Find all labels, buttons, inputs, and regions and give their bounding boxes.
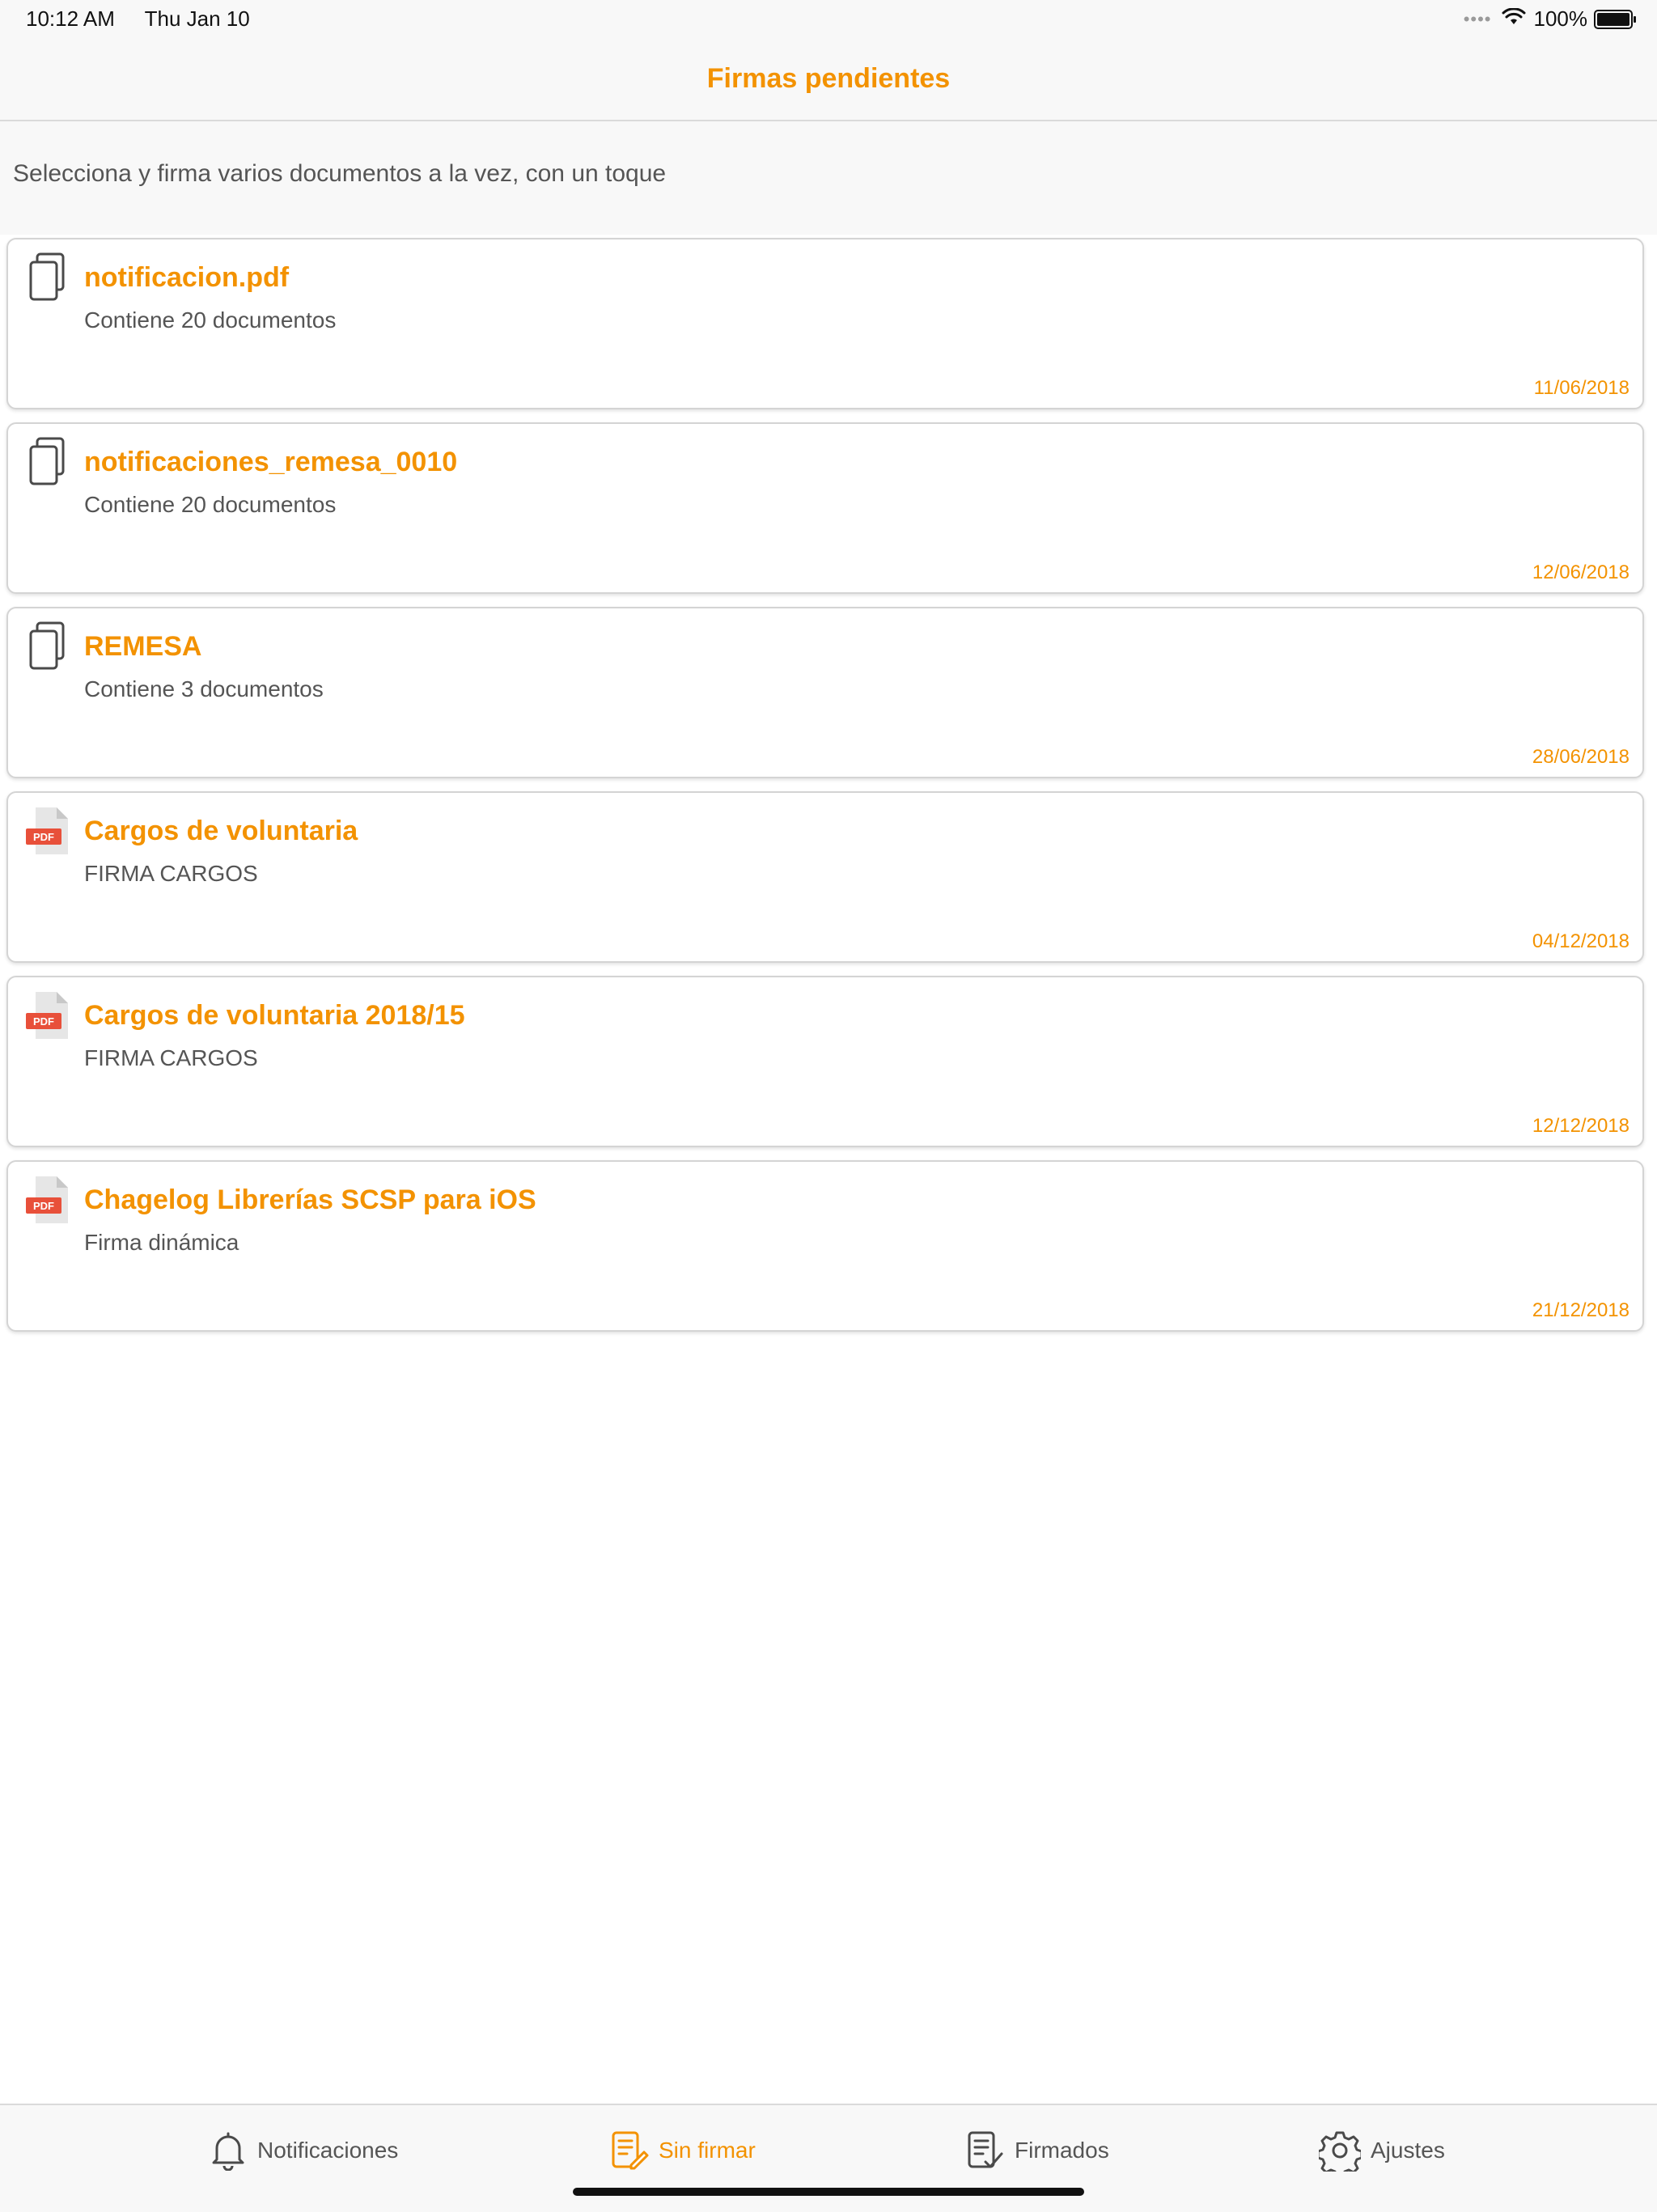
status-bar: 10:12 AM Thu Jan 10 •••• 100% bbox=[0, 0, 1657, 39]
document-card[interactable]: notificaciones_remesa_0010 Contiene 20 d… bbox=[6, 422, 1644, 594]
tab-label: Sin firmar bbox=[659, 2138, 756, 2163]
document-card[interactable]: notificacion.pdf Contiene 20 documentos … bbox=[6, 238, 1644, 409]
document-description: FIRMA CARGOS bbox=[84, 1045, 258, 1070]
documents-icon bbox=[26, 437, 71, 487]
home-indicator bbox=[573, 2188, 1084, 2196]
battery-icon bbox=[1594, 9, 1636, 29]
document-date: 12/06/2018 bbox=[1532, 561, 1629, 583]
document-card[interactable]: REMESA Contiene 3 documentos 28/06/2018 bbox=[6, 607, 1644, 778]
document-description: Contiene 20 documentos bbox=[84, 307, 337, 333]
document-check-icon bbox=[968, 2131, 1003, 2168]
tab-ajustes[interactable]: Ajustes bbox=[1319, 2126, 1445, 2175]
document-description: Contiene 20 documentos bbox=[84, 492, 337, 517]
status-time: 10:12 AM bbox=[26, 6, 115, 31]
documents-icon bbox=[26, 621, 71, 672]
tab-label: Firmados bbox=[1015, 2138, 1109, 2163]
document-title: Cargos de voluntaria bbox=[84, 816, 358, 846]
status-date: Thu Jan 10 bbox=[144, 6, 250, 31]
document-title: Cargos de voluntaria 2018/15 bbox=[84, 1000, 465, 1031]
document-date: 12/12/2018 bbox=[1532, 1115, 1629, 1137]
document-date: 21/12/2018 bbox=[1532, 1299, 1629, 1321]
tab-label: Ajustes bbox=[1371, 2138, 1445, 2163]
document-title: notificaciones_remesa_0010 bbox=[84, 447, 458, 477]
subtitle-area: Selecciona y firma varios documentos a l… bbox=[0, 121, 1657, 235]
document-date: 11/06/2018 bbox=[1533, 377, 1629, 399]
document-date: 28/06/2018 bbox=[1532, 746, 1629, 768]
document-title: REMESA bbox=[84, 631, 202, 662]
svg-text:PDF: PDF bbox=[33, 1200, 54, 1212]
documents-icon bbox=[26, 252, 71, 303]
bell-icon bbox=[212, 2132, 244, 2171]
subtitle: Selecciona y firma varios documentos a l… bbox=[13, 160, 667, 187]
status-left: 10:12 AM Thu Jan 10 bbox=[26, 6, 250, 32]
document-description: Contiene 3 documentos bbox=[84, 676, 324, 701]
svg-text:PDF: PDF bbox=[33, 1015, 54, 1028]
document-card[interactable]: PDF Chagelog Librerías SCSP para iOS Fir… bbox=[6, 1160, 1644, 1332]
tab-label: Notificaciones bbox=[257, 2138, 399, 2163]
gear-icon bbox=[1319, 2131, 1361, 2172]
status-right: •••• 100% bbox=[1463, 6, 1636, 32]
tab-sin-firmar[interactable]: Sin firmar bbox=[610, 2126, 756, 2175]
document-card[interactable]: PDF Cargos de voluntaria 2018/15 FIRMA C… bbox=[6, 976, 1644, 1147]
document-card[interactable]: PDF Cargos de voluntaria FIRMA CARGOS 04… bbox=[6, 791, 1644, 963]
tab-notificaciones[interactable]: Notificaciones bbox=[209, 2126, 398, 2175]
document-date: 04/12/2018 bbox=[1532, 930, 1629, 952]
document-title: Chagelog Librerías SCSP para iOS bbox=[84, 1184, 536, 1215]
document-description: Firma dinámica bbox=[84, 1230, 239, 1255]
svg-text:PDF: PDF bbox=[33, 831, 54, 843]
page-title: Firmas pendientes bbox=[706, 63, 951, 94]
wifi-icon bbox=[1502, 6, 1526, 32]
nav-bar: Firmas pendientes bbox=[0, 39, 1657, 121]
signal-icon: •••• bbox=[1463, 8, 1492, 29]
tab-firmados[interactable]: Firmados bbox=[966, 2126, 1109, 2175]
pdf-icon: PDF bbox=[26, 990, 71, 1040]
document-title: notificacion.pdf bbox=[84, 262, 290, 293]
document-edit-icon bbox=[612, 2131, 649, 2170]
document-description: FIRMA CARGOS bbox=[84, 861, 258, 886]
battery-percent: 100% bbox=[1533, 6, 1588, 31]
pdf-icon: PDF bbox=[26, 1175, 71, 1225]
pdf-icon: PDF bbox=[26, 806, 71, 856]
